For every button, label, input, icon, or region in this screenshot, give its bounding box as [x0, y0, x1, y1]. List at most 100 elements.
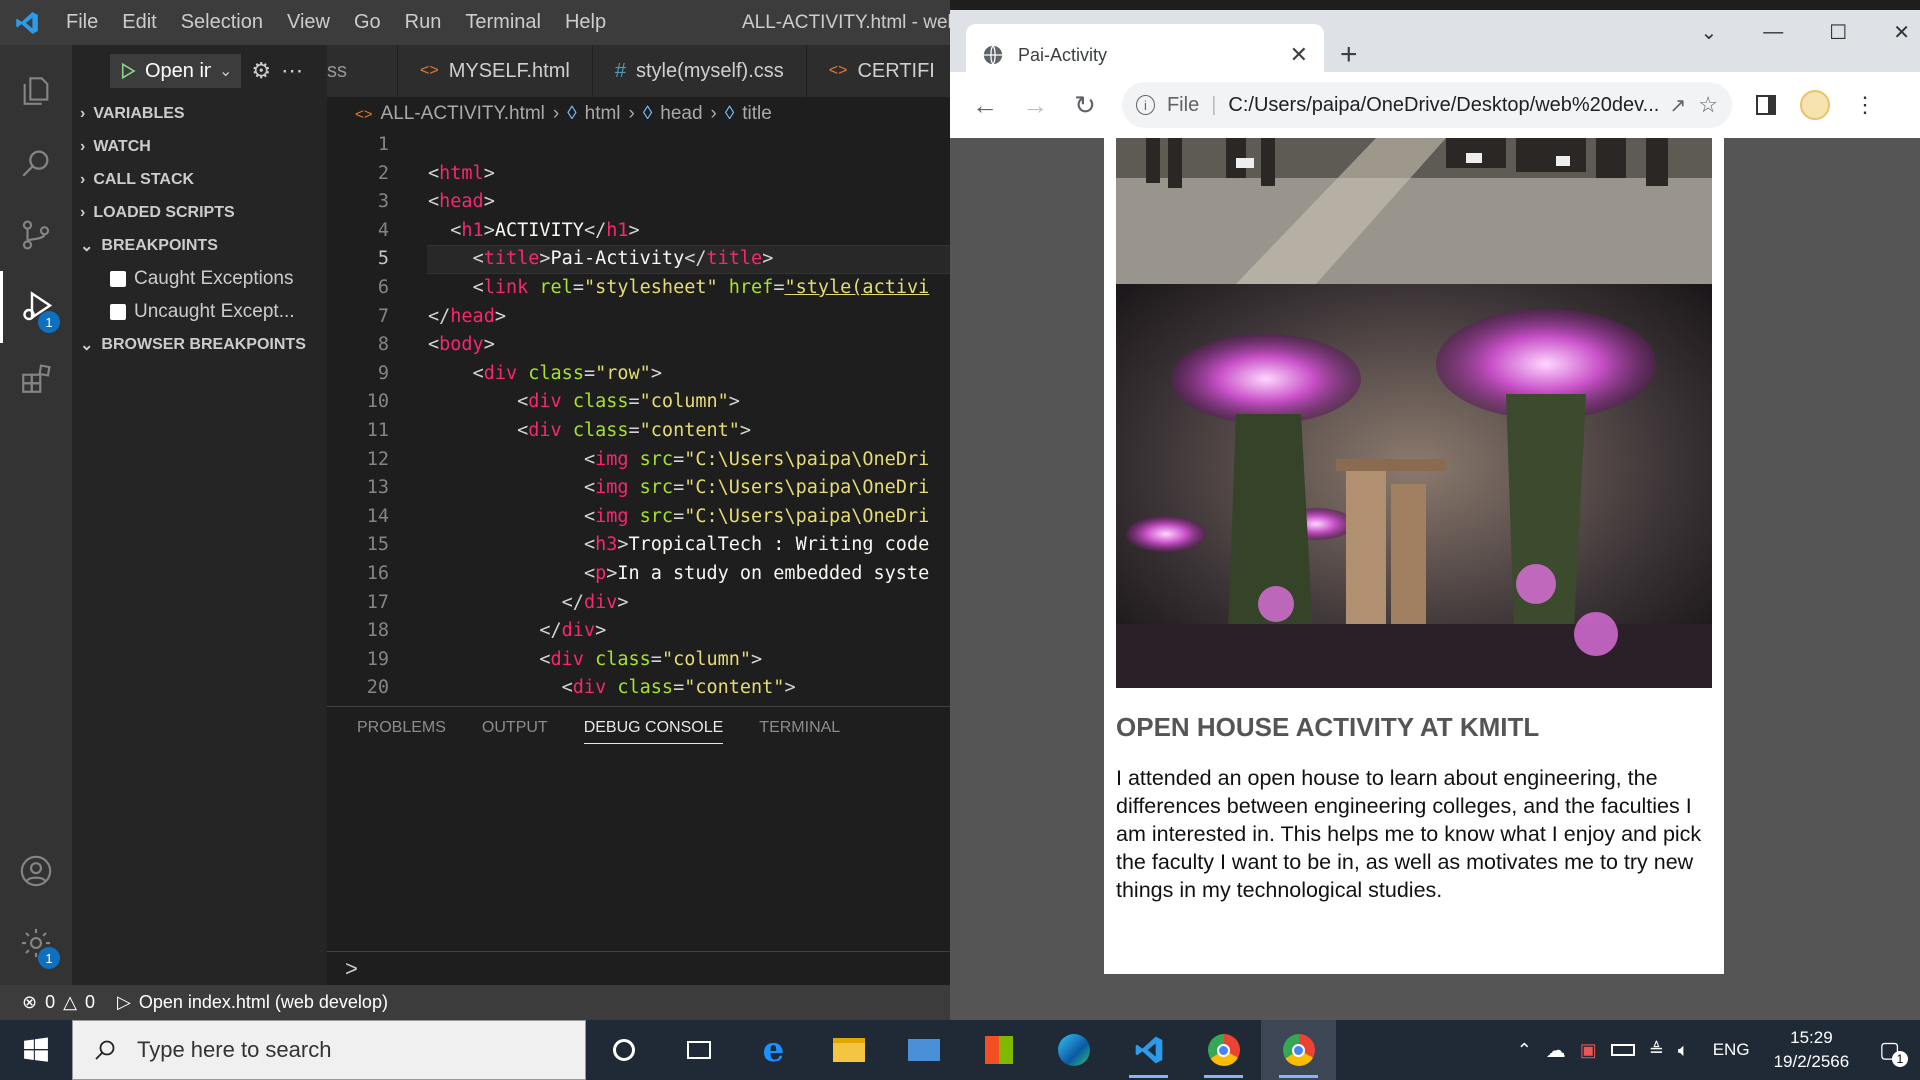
- tab-terminal[interactable]: TERMINAL: [759, 719, 840, 737]
- launch-status[interactable]: ▷ Open index.html (web develop): [117, 992, 388, 1013]
- tab-problems[interactable]: PROBLEMS: [357, 719, 446, 737]
- tab-debug-console[interactable]: DEBUG CONSOLE: [583, 719, 724, 744]
- breadcrumb-file[interactable]: ALL-ACTIVITY.html: [381, 103, 545, 125]
- breakpoint-caught-exceptions[interactable]: Caught Exceptions: [72, 262, 327, 295]
- chrome-active-taskbar-icon[interactable]: [1261, 1020, 1336, 1080]
- info-icon[interactable]: i: [1136, 95, 1155, 115]
- clock[interactable]: 15:29 19/2/2566: [1774, 1026, 1850, 1074]
- checkbox[interactable]: [110, 303, 126, 320]
- debug-console-input[interactable]: >: [327, 951, 950, 985]
- breadcrumb-head[interactable]: head: [660, 103, 702, 125]
- explorer-icon[interactable]: [0, 55, 72, 127]
- accounts-icon[interactable]: [0, 835, 72, 907]
- minimize-icon[interactable]: —: [1763, 21, 1783, 44]
- section-browser-breakpoints[interactable]: ⌄ BROWSER BREAKPOINTS: [72, 328, 327, 361]
- extensions-icon[interactable]: [0, 343, 72, 415]
- section-variables[interactable]: › VARIABLES: [72, 97, 327, 130]
- bookmark-star-icon[interactable]: ☆: [1698, 92, 1718, 118]
- mail-icon[interactable]: [886, 1020, 961, 1080]
- file-explorer-icon[interactable]: [811, 1020, 886, 1080]
- task-view-icon[interactable]: [661, 1020, 736, 1080]
- tab-certificate[interactable]: <> CERTIFI: [806, 45, 958, 97]
- launch-label: Open index.html (web develop): [138, 992, 388, 1012]
- line-number: 11: [366, 419, 389, 441]
- run-debug-icon[interactable]: 1: [0, 271, 72, 343]
- menu-dots-icon[interactable]: ⋮: [1854, 92, 1876, 118]
- side-panel-icon[interactable]: [1756, 95, 1776, 115]
- prompt-chevron: >: [345, 955, 358, 981]
- store-icon[interactable]: [961, 1020, 1036, 1080]
- close-icon[interactable]: ✕: [1290, 42, 1308, 68]
- menu-help[interactable]: Help: [553, 0, 618, 45]
- line-number: 8: [377, 334, 389, 356]
- problems-status[interactable]: ⊗ 0 △ 0: [22, 992, 95, 1013]
- tab-myself-html[interactable]: <> MYSELF.html: [398, 45, 593, 97]
- menu-view[interactable]: View: [275, 0, 342, 45]
- wifi-icon[interactable]: ≜: [1649, 1040, 1664, 1061]
- battery-icon[interactable]: [1610, 1044, 1635, 1056]
- vscode-taskbar-icon[interactable]: [1111, 1020, 1186, 1080]
- volume-icon[interactable]: 🔈︎: [1678, 1040, 1689, 1061]
- source-control-icon[interactable]: [0, 199, 72, 271]
- checkbox[interactable]: [110, 270, 126, 287]
- forward-arrow-icon[interactable]: →: [1022, 90, 1048, 121]
- close-window-icon[interactable]: ✕: [1893, 20, 1910, 45]
- onedrive-cloud-icon[interactable]: ☁: [1546, 1038, 1566, 1063]
- chrome-taskbar-icon[interactable]: [1186, 1020, 1261, 1080]
- menu-edit[interactable]: Edit: [110, 0, 168, 45]
- code-line: 12 <img src="C:\Users\paipa\OneDri: [327, 446, 950, 475]
- maximize-icon[interactable]: ☐: [1829, 20, 1847, 45]
- edge-icon[interactable]: [1036, 1020, 1111, 1080]
- section-watch[interactable]: › WATCH: [72, 130, 327, 163]
- menu-selection[interactable]: Selection: [169, 0, 275, 45]
- section-loaded-scripts[interactable]: › LOADED SCRIPTS: [72, 196, 327, 229]
- menu-run[interactable]: Run: [393, 0, 454, 45]
- start-debug-icon[interactable]: [119, 62, 137, 80]
- symbol-icon: ◊: [724, 103, 735, 124]
- code-text: </div>: [539, 620, 607, 642]
- run-toolbar: Open in ⌄ ⚙ ⋯: [72, 45, 327, 97]
- menu-go[interactable]: Go: [342, 0, 393, 45]
- page-viewport[interactable]: OPEN HOUSE ACTIVITY AT KMITL I attended …: [950, 138, 1920, 1020]
- reload-icon[interactable]: ↻: [1072, 90, 1098, 121]
- edge-legacy-icon[interactable]: e: [736, 1020, 811, 1080]
- section-breakpoints[interactable]: ⌄ BREAKPOINTS: [72, 229, 327, 262]
- breadcrumb-html[interactable]: html: [585, 103, 621, 125]
- activity-heading: OPEN HOUSE ACTIVITY AT KMITL: [1116, 712, 1540, 742]
- back-arrow-icon[interactable]: ←: [972, 90, 998, 121]
- run-config-select[interactable]: Open in ⌄: [110, 54, 242, 88]
- new-tab-button[interactable]: +: [1340, 38, 1358, 72]
- search-icon[interactable]: [0, 127, 72, 199]
- taskbar-search-box[interactable]: Type here to search: [72, 1020, 586, 1080]
- manage-gear-icon[interactable]: 1: [0, 907, 72, 979]
- tab-style-myself-css[interactable]: # style(myself).css: [592, 45, 807, 97]
- line-number: 9: [377, 362, 389, 384]
- tab-css[interactable]: ss: [327, 45, 398, 97]
- menu-terminal[interactable]: Terminal: [453, 0, 553, 45]
- debug-badge: 1: [38, 311, 60, 333]
- menu-file[interactable]: File: [54, 0, 110, 45]
- tab-search-chevron-icon[interactable]: ⌄: [1701, 20, 1718, 45]
- notification-center-icon[interactable]: ▢ 1: [1863, 1037, 1908, 1067]
- start-button[interactable]: [0, 1020, 72, 1080]
- gear-icon[interactable]: ⚙: [251, 58, 271, 84]
- breadcrumb-title[interactable]: title: [742, 103, 772, 125]
- line-number: 7: [377, 305, 389, 327]
- section-call-stack[interactable]: › CALL STACK: [72, 163, 327, 196]
- chrome-window: Pai-Activity ✕ + ⌄ — ☐ ✕ ← → ↻ i File | …: [950, 10, 1920, 1020]
- section-label: LOADED SCRIPTS: [93, 203, 235, 221]
- cortana-icon[interactable]: [586, 1020, 661, 1080]
- breakpoint-uncaught-exceptions[interactable]: Uncaught Except...: [72, 295, 327, 328]
- notification-badge: 1: [1892, 1051, 1908, 1067]
- more-actions-icon[interactable]: ⋯: [281, 58, 303, 84]
- show-hidden-icons-chevron[interactable]: ⌃: [1517, 1040, 1532, 1061]
- code-line: 9 <div class="row">: [327, 360, 950, 389]
- security-icon[interactable]: ▣: [1580, 1040, 1597, 1061]
- code-text: </head>: [428, 305, 506, 327]
- tab-output[interactable]: OUTPUT: [482, 719, 548, 737]
- share-icon[interactable]: ↗: [1670, 93, 1687, 118]
- language-indicator[interactable]: ENG: [1703, 1040, 1760, 1060]
- profile-avatar[interactable]: [1800, 90, 1830, 120]
- code-editor[interactable]: 1 2 <html> 3 <head> 4 <h1>ACTIVITY</h1> 5 …: [327, 131, 950, 706]
- address-bar[interactable]: i File | C:/Users/paipa/OneDrive/Desktop…: [1122, 82, 1732, 128]
